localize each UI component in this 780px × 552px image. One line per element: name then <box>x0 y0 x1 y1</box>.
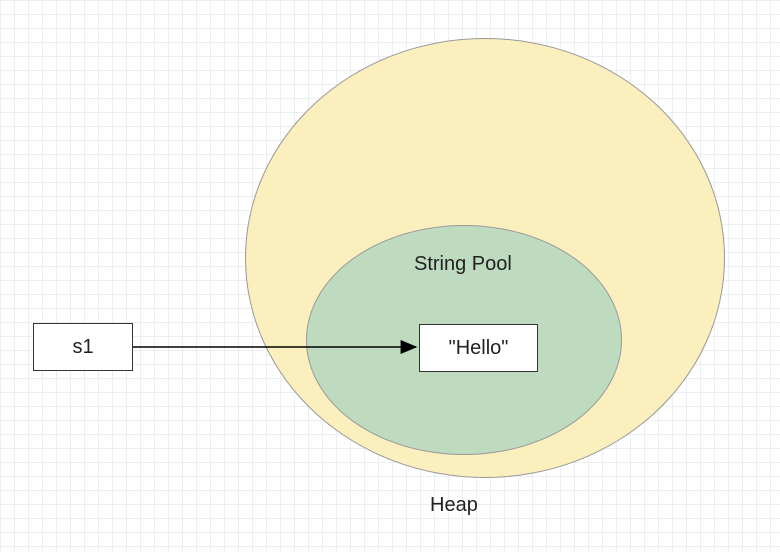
reference-arrow <box>0 0 780 552</box>
